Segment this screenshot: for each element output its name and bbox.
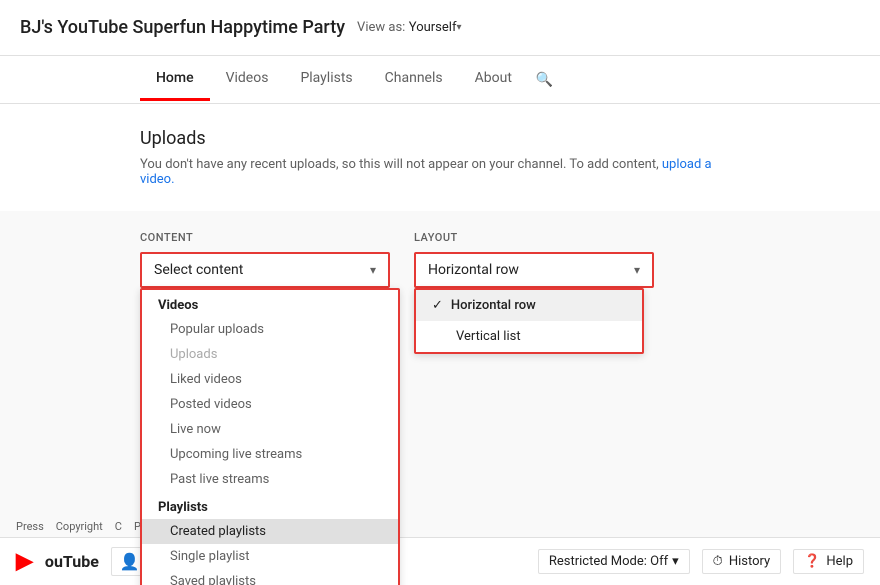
content-dropdown-menu: Videos Popular uploads Uploads Liked vid…: [140, 288, 400, 585]
content-layout-section: CONTENT Select content ▾ Videos Popular …: [0, 211, 880, 308]
footer-press[interactable]: Press: [16, 520, 44, 533]
footer-copyright[interactable]: Copyright: [56, 520, 103, 533]
item-live-now[interactable]: Live now: [142, 417, 398, 442]
item-popular-uploads[interactable]: Popular uploads: [142, 317, 398, 342]
tab-playlists[interactable]: Playlists: [284, 58, 368, 101]
item-created-playlists[interactable]: Created playlists: [142, 519, 398, 544]
bottom-bar: ▶ ouTube 👤 Langu Restricted Mode: Off ▾ …: [0, 537, 880, 585]
item-uploads[interactable]: Uploads: [142, 342, 398, 367]
page-wrapper: BJ's YouTube Superfun Happytime Party Vi…: [0, 0, 880, 585]
tab-channels[interactable]: Channels: [369, 58, 459, 101]
tab-about[interactable]: About: [459, 58, 528, 101]
view-as-value: Yourself: [409, 20, 457, 35]
view-as-label: View as:: [357, 20, 405, 35]
top-bar: BJ's YouTube Superfun Happytime Party Vi…: [0, 0, 880, 56]
main-content: Uploads You don't have any recent upload…: [0, 104, 880, 211]
youtube-text: ouTube: [45, 552, 99, 571]
restricted-label: Restricted Mode: Off: [549, 554, 668, 569]
layout-horizontal-label: Horizontal row: [451, 298, 536, 313]
help-icon: ❓: [804, 554, 820, 569]
help-label: Help: [826, 554, 853, 569]
layout-item-horizontal[interactable]: ✓ Horizontal row: [416, 290, 642, 321]
nav-tabs: Home Videos Playlists Channels About 🔍: [0, 56, 880, 104]
layout-select-value: Horizontal row: [428, 262, 519, 278]
footer-links: Press Copyright C Privacy Policy & Safet…: [0, 516, 880, 537]
layout-item-vertical[interactable]: Vertical list: [416, 321, 642, 352]
section-row: CONTENT Select content ▾ Videos Popular …: [140, 231, 740, 288]
restricted-arrow: ▾: [672, 554, 679, 569]
youtube-logo-partial: ▶: [16, 549, 33, 574]
item-upcoming-live-streams[interactable]: Upcoming live streams: [142, 442, 398, 467]
check-icon: ✓: [432, 298, 443, 313]
layout-select-box[interactable]: Horizontal row ▾: [414, 252, 654, 288]
help-button[interactable]: ❓ Help: [793, 549, 864, 574]
group-playlists: Playlists: [142, 492, 398, 519]
group-videos: Videos: [142, 290, 398, 317]
uploads-desc-text: You don't have any recent uploads, so th…: [140, 157, 659, 172]
content-select-box[interactable]: Select content ▾: [140, 252, 390, 288]
uploads-title: Uploads: [140, 128, 740, 149]
layout-select-arrow: ▾: [634, 263, 640, 277]
content-label: CONTENT: [140, 231, 390, 244]
item-saved-playlists[interactable]: Saved playlists: [142, 569, 398, 585]
search-icon[interactable]: 🔍: [528, 60, 561, 100]
history-button[interactable]: ⏱ History: [702, 549, 782, 574]
tab-videos[interactable]: Videos: [210, 58, 285, 101]
item-past-live-streams[interactable]: Past live streams: [142, 467, 398, 492]
item-liked-videos[interactable]: Liked videos: [142, 367, 398, 392]
content-select-placeholder: Select content: [154, 262, 243, 278]
content-select-arrow: ▾: [370, 263, 376, 277]
item-posted-videos[interactable]: Posted videos: [142, 392, 398, 417]
content-column: CONTENT Select content ▾ Videos Popular …: [140, 231, 390, 288]
history-icon: ⏱: [713, 554, 723, 569]
item-single-playlist[interactable]: Single playlist: [142, 544, 398, 569]
person-icon: 👤: [120, 552, 140, 571]
layout-label: LAYOUT: [414, 231, 654, 244]
history-label: History: [729, 554, 770, 569]
layout-column: LAYOUT Horizontal row ▾ ✓ Horizontal row…: [414, 231, 654, 288]
layout-vertical-label: Vertical list: [456, 329, 521, 344]
view-as-arrow[interactable]: ▾: [456, 22, 461, 33]
footer-c[interactable]: C: [115, 520, 122, 533]
uploads-description: You don't have any recent uploads, so th…: [140, 157, 740, 187]
layout-dropdown-menu: ✓ Horizontal row Vertical list: [414, 288, 644, 354]
restricted-mode-button[interactable]: Restricted Mode: Off ▾: [538, 549, 690, 574]
channel-title: BJ's YouTube Superfun Happytime Party: [20, 17, 345, 38]
tab-home[interactable]: Home: [140, 58, 210, 101]
